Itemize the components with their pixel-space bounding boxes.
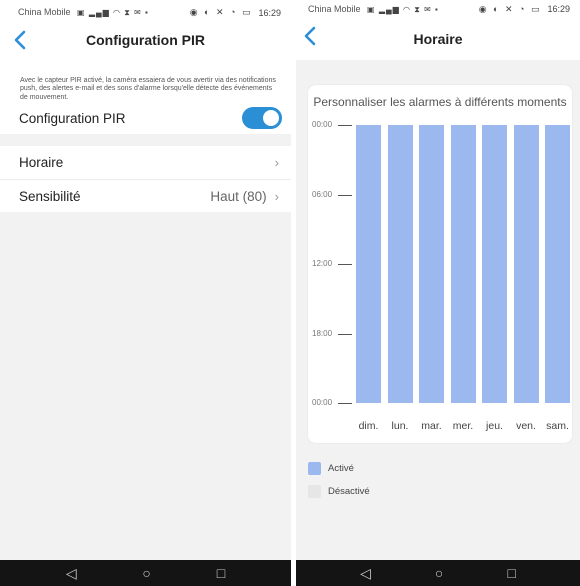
chevron-right-icon: › — [274, 155, 279, 171]
schedule-row[interactable]: Horaire › — [0, 146, 291, 179]
system-nav-bar: ◁ ○ □ — [0, 560, 291, 586]
inactive-swatch — [308, 485, 321, 498]
schedule-screen: China Mobile ▣ ▂▄▆ ◠ ⧗ ✉ ▪ ◉ ◐ ✕ ◔ ▭ 16:… — [296, 0, 580, 586]
time-tick-label: 12:00 — [312, 259, 333, 268]
signal-icon: ▣ ▂▄▆ ◠ ⧗ ✉ ▪ — [77, 8, 149, 17]
system-nav-bar: ◁ ○ □ — [296, 560, 580, 586]
day-schedule-bar[interactable] — [419, 125, 444, 403]
schedule-card: Personnaliser les alarmes à différents m… — [308, 85, 572, 443]
header: Horaire — [296, 18, 580, 60]
carrier-label: China Mobile — [18, 7, 71, 17]
recents-square-icon[interactable]: □ — [507, 565, 515, 581]
status-bar: China Mobile ▣ ▂▄▆ ◠ ⧗ ✉ ▪ ◉ ◐ ✕ ◔ ▭ 16:… — [0, 0, 291, 20]
pir-toggle-switch[interactable] — [242, 107, 282, 130]
day-label: jeu. — [486, 420, 503, 432]
sensitivity-value: Haut (80) — [210, 188, 267, 204]
time-tick-line — [338, 403, 352, 404]
signal-icon: ▣ ▂▄▆ ◠ ⧗ ✉ ▪ — [367, 4, 439, 14]
schedule-label: Horaire — [19, 155, 64, 171]
time-tick-label: 06:00 — [312, 189, 333, 199]
pir-toggle-row: Configuration PIR — [0, 102, 291, 135]
pir-settings-screen: China Mobile ▣ ▂▄▆ ◠ ⧗ ✉ ▪ ◉ ◐ ✕ ◔ ▭ 16:… — [0, 0, 291, 586]
time-tick-line — [338, 125, 352, 126]
sensitivity-label: Sensibilité — [19, 188, 81, 204]
legend-inactive: Désactivé — [308, 485, 370, 498]
pir-description: Avec le capteur PIR activé, la caméra es… — [0, 60, 291, 103]
time-tick-line — [338, 264, 352, 265]
back-triangle-icon[interactable]: ◁ — [360, 565, 371, 582]
page-title: Configuration PIR — [86, 32, 205, 48]
home-circle-icon[interactable]: ○ — [142, 565, 150, 581]
status-right: ◉ ◐ ✕ ◔ ▭ 16:29 — [190, 7, 281, 18]
schedule-grid: 00:00 06:00 12:00 18:00 00:00 dim. lun. mar. mer… — [308, 85, 572, 443]
time-tick-line — [338, 194, 352, 196]
day-schedule-bar[interactable] — [513, 125, 539, 403]
pir-toggle-label: Configuration PIR — [19, 110, 126, 126]
schedule-row-right: › — [275, 155, 279, 170]
chevron-right-icon: › — [274, 188, 279, 204]
carrier-label: China Mobile — [308, 3, 361, 14]
settings-list: Horaire › Sensibilité Haut (80) › — [0, 146, 291, 213]
toggle-knob — [263, 110, 279, 127]
carrier-group: China Mobile ▣ ▂▄▆ ◠ ⧗ ✉ ▪ — [308, 4, 439, 15]
back-arrow-icon[interactable] — [10, 28, 32, 52]
day-label: mer. — [452, 420, 474, 432]
clock: 16:29 — [258, 7, 281, 18]
status-bar: China Mobile ▣ ▂▄▆ ◠ ⧗ ✉ ▪ ◉ ◐ ✕ ◔ ▭ 16:… — [296, 0, 580, 18]
day-label: lun. — [391, 420, 409, 432]
status-icons: ◉ ◐ ✕ ◔ ▭ — [478, 3, 542, 14]
time-tick-label: 00:00 — [312, 120, 333, 129]
day-schedule-bar[interactable] — [545, 125, 570, 403]
active-swatch — [308, 462, 321, 475]
back-triangle-icon[interactable]: ◁ — [66, 565, 77, 582]
clock: 16:29 — [547, 4, 570, 14]
time-tick-label: 18:00 — [312, 328, 333, 338]
recents-square-icon[interactable]: □ — [217, 565, 225, 581]
day-schedule-bar[interactable] — [482, 125, 507, 403]
home-circle-icon[interactable]: ○ — [435, 565, 443, 581]
sensitivity-row-right: Haut (80) › — [210, 189, 279, 204]
day-schedule-bar[interactable] — [450, 125, 476, 403]
sensitivity-row[interactable]: Sensibilité Haut (80) › — [0, 179, 291, 212]
status-right: ◉ ◐ ✕ ◔ ▭ 16:29 — [479, 4, 570, 15]
day-label: mar. — [421, 420, 442, 432]
legend-active-label: Activé — [328, 463, 354, 474]
day-label: dim. — [358, 420, 379, 432]
header: Configuration PIR — [0, 20, 291, 60]
page-title: Horaire — [413, 31, 463, 47]
day-schedule-bar[interactable] — [387, 125, 413, 403]
time-tick-line — [338, 333, 352, 335]
day-schedule-bar[interactable] — [356, 125, 381, 403]
back-arrow-icon[interactable] — [300, 24, 322, 48]
status-icons: ◉ ◐ ✕ ◔ ▭ — [189, 7, 253, 17]
legend-inactive-label: Désactivé — [328, 486, 370, 497]
day-label: sam. — [546, 420, 569, 432]
time-tick-label: 00:00 — [312, 398, 333, 407]
carrier-group: China Mobile ▣ ▂▄▆ ◠ ⧗ ✉ ▪ — [18, 7, 149, 18]
day-label: ven. — [516, 420, 536, 432]
legend-active: Activé — [308, 462, 354, 475]
